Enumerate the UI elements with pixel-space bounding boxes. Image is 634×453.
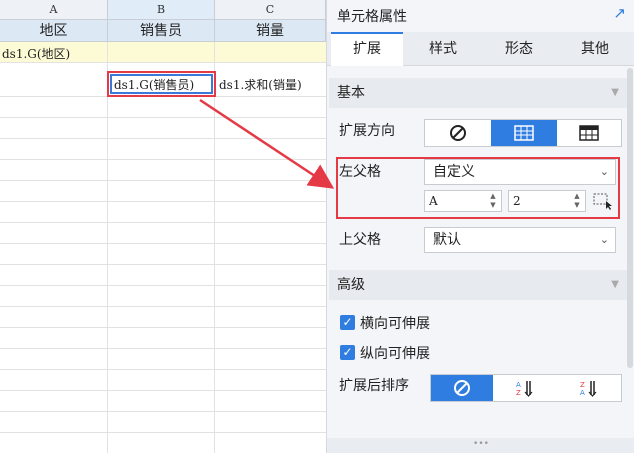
- table-row: [0, 97, 326, 118]
- sort-ascending-button[interactable]: AZ: [493, 375, 557, 401]
- panel-title: 单元格属性: [337, 9, 407, 25]
- sort-ascending-icon: AZ: [516, 381, 533, 397]
- sort-segmented[interactable]: AZ ZA: [430, 374, 622, 402]
- no-entry-icon: [454, 380, 470, 396]
- table-row: [0, 307, 326, 328]
- cell-a2[interactable]: ds1.G(地区): [2, 45, 162, 63]
- table-row: [0, 265, 326, 286]
- chevron-down-icon: ⌄: [599, 233, 609, 246]
- table-row: [0, 349, 326, 370]
- column-header-a[interactable]: A: [0, 0, 108, 20]
- grid-vertical-icon: [514, 125, 534, 141]
- section-basic-label: 基本: [337, 85, 365, 101]
- table-row: [0, 139, 326, 160]
- section-advanced-label: 高级: [337, 277, 365, 293]
- no-sort-button[interactable]: [431, 375, 493, 401]
- table-row: [0, 223, 326, 244]
- svg-text:A: A: [580, 389, 585, 397]
- selected-cell-outline: [110, 74, 213, 94]
- horizontal-expand-button[interactable]: [557, 120, 621, 146]
- svg-text:A: A: [516, 381, 521, 389]
- chevron-down-icon: ▼: [611, 279, 619, 290]
- vertical-expand-label: 纵向可伸展: [360, 346, 430, 362]
- expand-direction-label: 扩展方向: [339, 123, 395, 139]
- table-row: [0, 286, 326, 307]
- section-basic[interactable]: 基本 ▼: [329, 78, 629, 108]
- svg-text:Z: Z: [516, 389, 521, 397]
- tab-form[interactable]: 形态: [483, 34, 555, 66]
- table-row: [0, 433, 326, 453]
- scrollbar[interactable]: [627, 68, 633, 368]
- column-header-b[interactable]: B: [108, 0, 215, 20]
- table-row: [0, 370, 326, 391]
- grid-horizontal-icon: [579, 125, 599, 141]
- section-advanced[interactable]: 高级 ▼: [329, 270, 629, 300]
- expand-direction-segmented[interactable]: [424, 119, 622, 147]
- highlight-box-left-parent: [336, 157, 620, 219]
- spreadsheet[interactable]: A B C 地区 销售员 销量 ds1.G(地区) ds1.G(销售员) ds1…: [0, 0, 326, 453]
- vertical-expand-checkbox[interactable]: ✓: [340, 345, 355, 360]
- up-parent-label: 上父格: [339, 232, 381, 248]
- no-entry-icon: [450, 125, 466, 141]
- horizontal-expand-checkbox[interactable]: ✓: [340, 315, 355, 330]
- table-row: [0, 202, 326, 223]
- table-row: [0, 244, 326, 265]
- sort-descending-button[interactable]: ZA: [557, 375, 621, 401]
- tab-other[interactable]: 其他: [559, 34, 631, 66]
- column-header-c[interactable]: C: [215, 0, 326, 20]
- vertical-expand-button[interactable]: [491, 120, 557, 146]
- table-row: [0, 412, 326, 433]
- pin-icon[interactable]: ↗: [613, 4, 626, 22]
- table-row: [0, 391, 326, 412]
- chevron-down-icon: ▼: [611, 87, 619, 98]
- up-parent-value: 默认: [433, 232, 461, 248]
- table-row: [0, 181, 326, 202]
- cell-a1[interactable]: 地区: [0, 20, 108, 42]
- cell-c3[interactable]: ds1.求和(销量): [219, 76, 326, 94]
- tab-style[interactable]: 样式: [407, 34, 479, 66]
- table-row: [0, 118, 326, 139]
- no-expand-button[interactable]: [425, 120, 491, 146]
- svg-text:Z: Z: [580, 381, 585, 389]
- table-row: [0, 328, 326, 349]
- cell-c1[interactable]: 销量: [215, 20, 326, 42]
- sort-after-expand-label: 扩展后排序: [339, 378, 409, 394]
- horizontal-expand-label: 横向可伸展: [360, 316, 430, 332]
- cell-b1[interactable]: 销售员: [108, 20, 215, 42]
- resize-grip-icon[interactable]: •••: [327, 438, 634, 453]
- table-row: [0, 160, 326, 181]
- sort-descending-icon: ZA: [580, 381, 597, 397]
- up-parent-dropdown[interactable]: 默认 ⌄: [424, 227, 616, 253]
- tab-expand[interactable]: 扩展: [331, 32, 403, 66]
- cell-properties-panel: 单元格属性 ↗ 扩展 样式 形态 其他 基本 ▼ 扩展方向 左父格 自定义 ⌄ …: [326, 0, 634, 453]
